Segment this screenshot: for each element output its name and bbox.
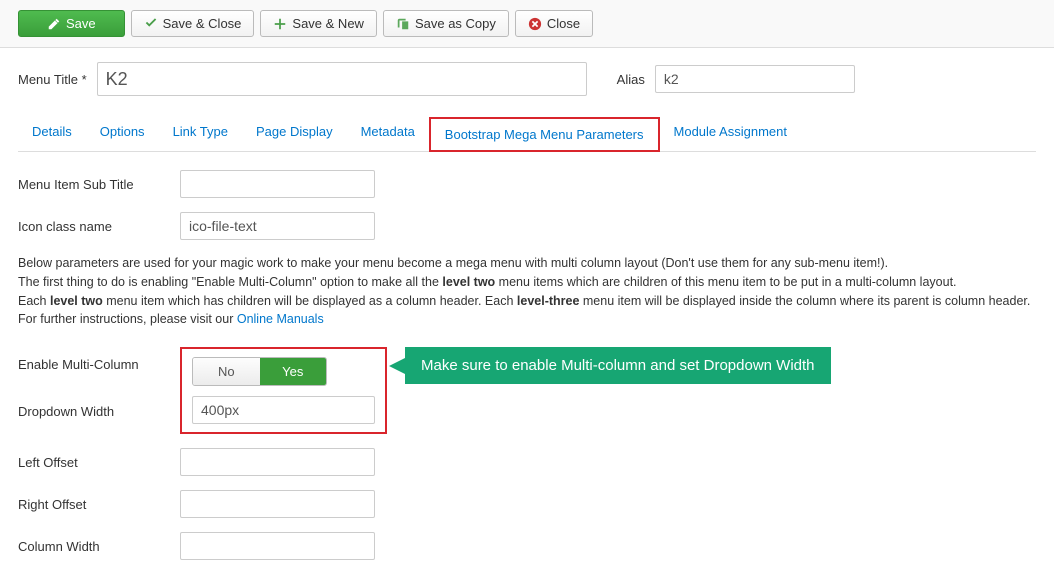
toggle-yes[interactable]: Yes: [260, 358, 327, 385]
save-copy-label: Save as Copy: [415, 16, 496, 31]
description-text: Below parameters are used for your magic…: [18, 254, 1036, 329]
desc-line3a: Each: [18, 294, 50, 308]
close-icon: [528, 17, 542, 31]
tab-details[interactable]: Details: [18, 116, 86, 151]
desc-line2c: menu items which are children of this me…: [495, 275, 956, 289]
menu-title-label: Menu Title *: [18, 72, 87, 87]
tab-bootstrap-mega-menu[interactable]: Bootstrap Mega Menu Parameters: [429, 117, 660, 152]
title-row: Menu Title * Alias: [18, 62, 1036, 96]
alias-label: Alias: [617, 72, 645, 87]
save-new-label: Save & New: [292, 16, 364, 31]
enable-multi-toggle[interactable]: No Yes: [192, 357, 327, 386]
tabs: Details Options Link Type Page Display M…: [18, 116, 1036, 152]
enable-multi-label: Enable Multi-Column: [18, 357, 139, 372]
subtitle-row: Menu Item Sub Title: [18, 170, 1036, 198]
edit-icon: [47, 17, 61, 31]
toggle-no[interactable]: No: [193, 358, 260, 385]
tab-page-display[interactable]: Page Display: [242, 116, 347, 151]
left-offset-input[interactable]: [180, 448, 375, 476]
column-width-input[interactable]: [180, 532, 375, 560]
iconclass-label: Icon class name: [18, 219, 180, 234]
tab-metadata[interactable]: Metadata: [347, 116, 429, 151]
close-label: Close: [547, 16, 580, 31]
tab-options[interactable]: Options: [86, 116, 159, 151]
desc-line3b: level two: [50, 294, 103, 308]
dropdown-width-input[interactable]: [192, 396, 375, 424]
dropdown-width-label: Dropdown Width: [18, 404, 180, 419]
online-manuals-link[interactable]: Online Manuals: [237, 312, 324, 326]
save-close-label: Save & Close: [163, 16, 242, 31]
right-offset-label: Right Offset: [18, 497, 180, 512]
callout-arrow-icon: [389, 358, 405, 374]
copy-icon: [396, 17, 410, 31]
left-offset-row: Left Offset: [18, 448, 1036, 476]
tab-link-type[interactable]: Link Type: [159, 116, 242, 151]
toolbar: Save Save & Close Save & New Save as Cop…: [0, 0, 1054, 48]
highlight-section: Enable Multi-Column Dropdown Width No Ye…: [18, 347, 1036, 434]
tab-module-assignment[interactable]: Module Assignment: [660, 116, 801, 151]
save-label: Save: [66, 16, 96, 31]
close-button[interactable]: Close: [515, 10, 593, 37]
alias-input[interactable]: [655, 65, 855, 93]
check-icon: [144, 17, 158, 31]
save-copy-button[interactable]: Save as Copy: [383, 10, 509, 37]
callout-box: Make sure to enable Multi-column and set…: [405, 347, 831, 384]
menu-title-input[interactable]: [97, 62, 587, 96]
plus-icon: [273, 17, 287, 31]
column-width-label: Column Width: [18, 539, 180, 554]
desc-line2a: The first thing to do is enabling "Enabl…: [18, 275, 442, 289]
desc-line3d: level-three: [517, 294, 580, 308]
highlight-labels: Enable Multi-Column Dropdown Width: [18, 347, 180, 419]
subtitle-label: Menu Item Sub Title: [18, 177, 180, 192]
desc-line2b: level two: [442, 275, 495, 289]
iconclass-row: Icon class name: [18, 212, 1036, 240]
column-width-row: Column Width: [18, 532, 1036, 560]
form-area: Menu Title * Alias Details Options Link …: [0, 48, 1054, 560]
save-new-button[interactable]: Save & New: [260, 10, 377, 37]
left-offset-label: Left Offset: [18, 455, 180, 470]
desc-line3c: menu item which has children will be dis…: [103, 294, 517, 308]
callout-wrap: Make sure to enable Multi-column and set…: [395, 347, 831, 384]
iconclass-input[interactable]: [180, 212, 375, 240]
desc-line4a: For further instructions, please visit o…: [18, 312, 237, 326]
right-offset-input[interactable]: [180, 490, 375, 518]
desc-line1: Below parameters are used for your magic…: [18, 256, 888, 270]
subtitle-input[interactable]: [180, 170, 375, 198]
save-close-button[interactable]: Save & Close: [131, 10, 255, 37]
right-offset-row: Right Offset: [18, 490, 1036, 518]
highlight-box: No Yes: [180, 347, 387, 434]
save-button[interactable]: Save: [18, 10, 125, 37]
desc-line3e: menu item will be displayed inside the c…: [579, 294, 1030, 308]
